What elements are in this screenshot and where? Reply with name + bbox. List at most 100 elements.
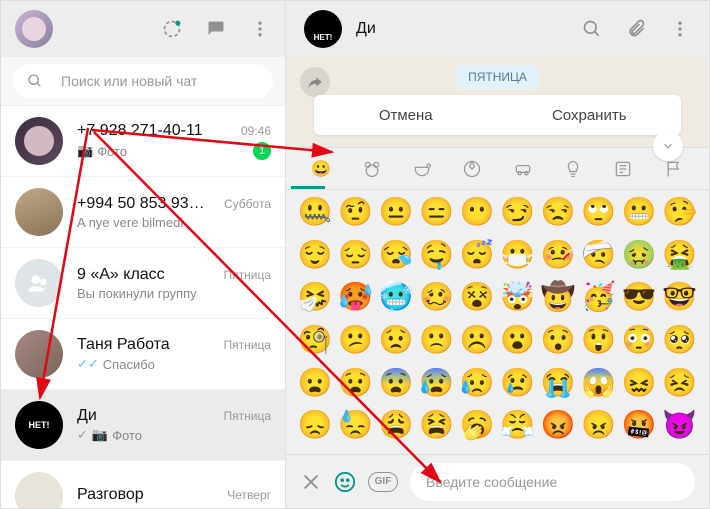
emoji[interactable]: ☹️	[458, 324, 497, 363]
emoji[interactable]: 😰	[418, 367, 457, 406]
chat-item[interactable]: +994 50 853 93…СубботаA nye vere bilmedi	[1, 177, 285, 248]
emoji[interactable]: 😳	[620, 324, 659, 363]
input-bar: GIF Введите сообщение	[286, 454, 709, 508]
emoji[interactable]: 😧	[337, 367, 376, 406]
emoji[interactable]: 😕	[337, 324, 376, 363]
emoji[interactable]: 😲	[580, 324, 619, 363]
emoji[interactable]: 🤨	[337, 196, 376, 235]
emoji[interactable]: 😨	[377, 367, 416, 406]
emoji[interactable]: 🥳	[580, 281, 619, 320]
close-emoji-icon[interactable]	[300, 471, 322, 493]
emoji[interactable]: 😦	[296, 367, 335, 406]
emoji[interactable]: 🤒	[539, 239, 578, 278]
emoji[interactable]: 😵	[458, 281, 497, 320]
message-input[interactable]: Введите сообщение	[410, 463, 695, 501]
emoji[interactable]: 😥	[458, 367, 497, 406]
emoji[interactable]: 😏	[499, 196, 538, 235]
emoji[interactable]: 😤	[499, 409, 538, 448]
emoji-tab-recent[interactable]: 😀	[306, 154, 336, 184]
emoji[interactable]: 😐	[377, 196, 416, 235]
contact-name[interactable]: Ди	[356, 20, 376, 38]
status-icon[interactable]	[161, 18, 183, 40]
edit-action-bar: Отмена Сохранить	[314, 95, 681, 135]
emoji[interactable]: 😯	[539, 324, 578, 363]
emoji[interactable]: 😌	[296, 239, 335, 278]
emoji-panel: 😀 🤐🤨😐😑😶😏😒🙄😬🤥 😌😔😪🤤😴😷🤒🤕🤢🤮 🤧🥵🥶🥴😵🤯🤠🥳😎🤓 🧐😕😟🙁☹️😮😯…	[286, 147, 709, 454]
chat-item[interactable]: 9 «А» классПятницаВы покинули группу	[1, 248, 285, 319]
emoji[interactable]: 🥵	[337, 281, 376, 320]
search-in-chat-icon[interactable]	[581, 18, 603, 40]
input-placeholder: Введите сообщение	[426, 474, 557, 490]
new-chat-icon[interactable]	[205, 18, 227, 40]
emoji[interactable]: 😭	[539, 367, 578, 406]
emoji-tab-animals[interactable]	[357, 154, 387, 184]
cancel-button[interactable]: Отмена	[314, 107, 498, 124]
emoji[interactable]: 🤕	[580, 239, 619, 278]
emoji[interactable]: 🥶	[377, 281, 416, 320]
emoji[interactable]: 😬	[620, 196, 659, 235]
emoji[interactable]: 🤢	[620, 239, 659, 278]
forward-icon[interactable]	[300, 67, 330, 97]
emoji[interactable]: 😣	[661, 367, 700, 406]
emoji-category-tabs: 😀	[286, 148, 709, 190]
emoji[interactable]: 😢	[499, 367, 538, 406]
emoji-tab-objects[interactable]	[558, 154, 588, 184]
search-placeholder: Поиск или новый чат	[61, 73, 197, 89]
emoji[interactable]: 😟	[377, 324, 416, 363]
search-input[interactable]: Поиск или новый чат	[13, 64, 273, 98]
emoji[interactable]: 🧐	[296, 324, 335, 363]
emoji-tab-travel[interactable]	[508, 154, 538, 184]
emoji[interactable]: 🤯	[499, 281, 538, 320]
emoji[interactable]: 😔	[337, 239, 376, 278]
emoji[interactable]: 🤓	[661, 281, 700, 320]
chat-item[interactable]: ДиПятница✓ 📷 Фото	[1, 390, 285, 461]
contact-avatar[interactable]	[304, 10, 342, 48]
gif-icon[interactable]: GIF	[368, 472, 398, 492]
emoji[interactable]: 😡	[539, 409, 578, 448]
emoji[interactable]: 🥴	[418, 281, 457, 320]
emoji[interactable]: 😱	[580, 367, 619, 406]
emoji[interactable]: 🤠	[539, 281, 578, 320]
emoji[interactable]: 🤥	[661, 196, 700, 235]
emoji[interactable]: 😪	[377, 239, 416, 278]
emoji[interactable]: 😶	[458, 196, 497, 235]
sidebar-header	[1, 1, 285, 57]
emoji[interactable]: 😠	[580, 409, 619, 448]
chat-item[interactable]: РазговорЧетверг	[1, 461, 285, 508]
emoji[interactable]: 😩	[377, 409, 416, 448]
my-avatar[interactable]	[15, 10, 53, 48]
emoji-tab-symbols[interactable]	[608, 154, 638, 184]
menu-icon[interactable]	[249, 18, 271, 40]
emoji[interactable]: 😈	[661, 409, 700, 448]
chat-menu-icon[interactable]	[669, 18, 691, 40]
emoji[interactable]: 😮	[499, 324, 538, 363]
emoji[interactable]: 🤐	[296, 196, 335, 235]
emoji[interactable]: 😑	[418, 196, 457, 235]
emoji[interactable]: 😓	[337, 409, 376, 448]
emoji[interactable]: 🙁	[418, 324, 457, 363]
emoji[interactable]: 😒	[539, 196, 578, 235]
attach-icon[interactable]	[625, 18, 647, 40]
emoji-tab-activity[interactable]	[457, 154, 487, 184]
message-area: ПЯТНИЦА Отмена Сохранить	[286, 57, 709, 147]
emoji-picker-icon[interactable]	[334, 471, 356, 493]
emoji[interactable]: 😫	[418, 409, 457, 448]
emoji[interactable]: 🤧	[296, 281, 335, 320]
emoji-tab-food[interactable]	[407, 154, 437, 184]
save-button[interactable]: Сохранить	[498, 107, 682, 124]
emoji[interactable]: 😴	[458, 239, 497, 278]
emoji[interactable]: 😎	[620, 281, 659, 320]
emoji[interactable]: 🤬	[620, 409, 659, 448]
chat-item[interactable]: Таня РаботаПятница✓✓ Спасибо	[1, 319, 285, 390]
emoji[interactable]: 🥱	[458, 409, 497, 448]
emoji[interactable]: 😖	[620, 367, 659, 406]
emoji[interactable]: 🤤	[418, 239, 457, 278]
chat-item[interactable]: +7 928 271-40-1109:46📷 Фото1	[1, 106, 285, 177]
emoji-grid: 🤐🤨😐😑😶😏😒🙄😬🤥 😌😔😪🤤😴😷🤒🤕🤢🤮 🤧🥵🥶🥴😵🤯🤠🥳😎🤓 🧐😕😟🙁☹️😮😯😲😳…	[286, 190, 709, 454]
emoji[interactable]: 😞	[296, 409, 335, 448]
scroll-down-button[interactable]	[653, 131, 683, 161]
emoji[interactable]: 😷	[499, 239, 538, 278]
emoji[interactable]: 🤮	[661, 239, 700, 278]
emoji[interactable]: 🙄	[580, 196, 619, 235]
emoji[interactable]: 🥺	[661, 324, 700, 363]
